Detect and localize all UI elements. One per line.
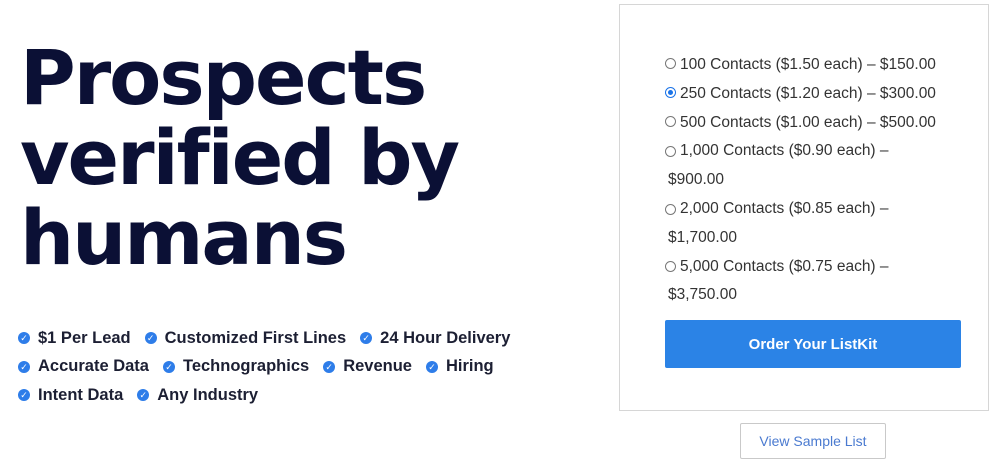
check-circle-icon: ✓ xyxy=(18,360,30,373)
feature-label: Any Industry xyxy=(157,385,259,404)
feature-row: ✓ $1 Per Lead ✓ Customized First Lines ✓ 24… xyxy=(18,324,578,353)
pricing-option-label: 2,000 Contacts ($0.85 each) – xyxy=(680,199,889,217)
feature-item: ✓ Intent Data xyxy=(18,386,123,405)
pricing-options: 100 Contacts ($1.50 each) – $150.00 250 … xyxy=(665,51,965,310)
feature-label: Accurate Data xyxy=(38,357,149,376)
pricing-option-250[interactable]: 250 Contacts ($1.20 each) – $300.00 xyxy=(665,80,965,109)
check-circle-icon: ✓ xyxy=(162,360,175,373)
order-button[interactable]: Order Your ListKit xyxy=(665,320,961,368)
check-circle-icon: ✓ xyxy=(137,389,150,402)
feature-label: Revenue xyxy=(343,357,412,376)
check-circle-icon: ✓ xyxy=(425,360,438,373)
pricing-option-price: $900.00 xyxy=(668,171,725,189)
feature-row: ✓ Accurate Data ✓ Technographics ✓ Revenue … xyxy=(18,353,578,382)
pricing-option-price: $3,750.00 xyxy=(668,286,737,304)
check-circle-icon: ✓ xyxy=(144,332,157,345)
pricing-option-label: 100 Contacts ($1.50 each) – $150.00 xyxy=(680,56,936,73)
radio-button[interactable] xyxy=(665,115,676,127)
feature-label: Hiring xyxy=(445,357,494,376)
radio-button[interactable] xyxy=(665,146,676,158)
feature-item: ✓ Revenue xyxy=(323,357,412,376)
feature-item: ✓ $1 Per Lead xyxy=(18,329,131,348)
pricing-option-price: $1,700.00 xyxy=(668,228,737,246)
pricing-option-label: 5,000 Contacts ($0.75 each) – xyxy=(680,257,889,275)
pricing-option-1000[interactable]: 1,000 Contacts ($0.90 each) – $900.00 xyxy=(665,137,965,195)
hero-title-line-2: verified by xyxy=(20,113,460,202)
hero-title-line-3: humans xyxy=(20,193,348,282)
page: Prospects verified by humans ✓ $1 Per Lea… xyxy=(0,0,1000,476)
check-circle-icon: ✓ xyxy=(360,332,373,345)
hero-title: Prospects verified by humans xyxy=(20,33,460,282)
check-circle-icon: ✓ xyxy=(18,389,30,402)
pricing-option-100[interactable]: 100 Contacts ($1.50 each) – $150.00 xyxy=(665,51,965,80)
feature-label: Intent Data xyxy=(38,385,124,404)
feature-label: $1 Per Lead xyxy=(38,328,131,347)
pricing-option-label: 1,000 Contacts ($0.90 each) – xyxy=(680,142,889,160)
check-circle-icon: ✓ xyxy=(18,332,30,345)
radio-button[interactable] xyxy=(665,58,676,69)
feature-label: 24 Hour Delivery xyxy=(380,328,511,347)
radio-button[interactable] xyxy=(665,261,676,273)
feature-list: ✓ $1 Per Lead ✓ Customized First Lines ✓ 24… xyxy=(18,324,578,410)
order-form: 100 Contacts ($1.50 each) – $150.00 250 … xyxy=(619,4,989,411)
feature-item: ✓ 24 Hour Delivery xyxy=(360,329,510,348)
pricing-option-500[interactable]: 500 Contacts ($1.00 each) – $500.00 xyxy=(665,109,965,138)
feature-item: ✓ Technographics xyxy=(162,357,310,376)
feature-item: ✓ Accurate Data xyxy=(18,357,149,376)
pricing-option-5000[interactable]: 5,000 Contacts ($0.75 each) – $3,750.00 xyxy=(665,253,965,311)
hero-title-line-1: Prospects xyxy=(20,33,427,122)
feature-row: ✓ Intent Data ✓ Any Industry xyxy=(18,381,578,410)
feature-item: ✓ Any Industry xyxy=(137,386,258,405)
view-sample-button[interactable]: View Sample List xyxy=(740,423,886,459)
check-circle-icon: ✓ xyxy=(323,360,336,373)
feature-label: Technographics xyxy=(182,357,310,376)
feature-item: ✓ Customized First Lines xyxy=(144,328,347,348)
radio-button[interactable] xyxy=(665,203,676,215)
pricing-option-label: 500 Contacts ($1.00 each) – $500.00 xyxy=(680,113,936,131)
pricing-option-label: 250 Contacts ($1.20 each) – $300.00 xyxy=(680,84,936,102)
pricing-option-2000[interactable]: 2,000 Contacts ($0.85 each) – $1,700.00 xyxy=(665,195,965,253)
radio-button-selected[interactable] xyxy=(665,86,676,98)
feature-label: Customized First Lines xyxy=(164,328,347,347)
feature-item: ✓ Hiring xyxy=(425,357,494,376)
